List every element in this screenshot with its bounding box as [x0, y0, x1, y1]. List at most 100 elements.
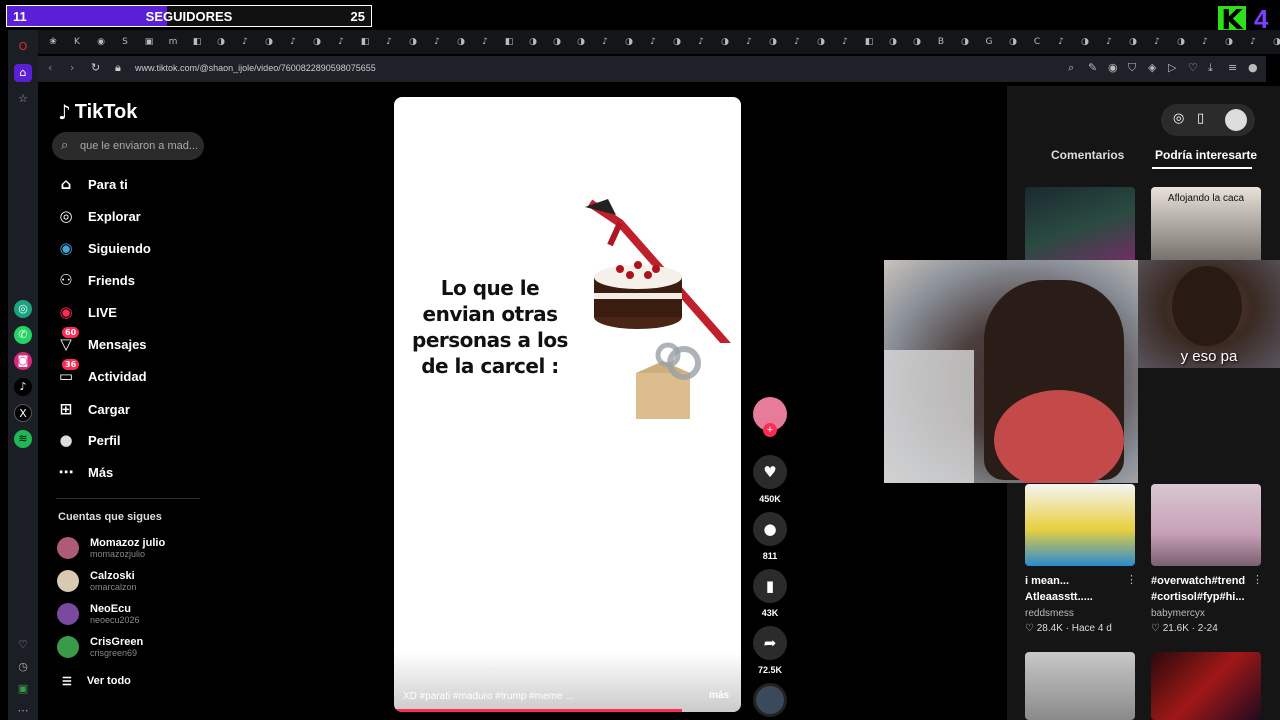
tab-comments[interactable]: Comentarios	[1051, 148, 1124, 162]
suggested-thumbnail[interactable]: Aflojando la caca	[1151, 187, 1261, 269]
card-menu-icon[interactable]: ⋮	[1252, 573, 1263, 586]
browser-tab[interactable]: ◑	[810, 34, 832, 50]
nav-item-explorar[interactable]: ◎ Explorar	[56, 203, 140, 229]
music-disc[interactable]	[752, 683, 788, 717]
browser-tab[interactable]: ◧	[498, 34, 520, 50]
video-player[interactable]: Lo que le envian otras personas a los de…	[394, 97, 741, 712]
whatsapp-icon[interactable]: ✆	[14, 326, 32, 344]
browser-tab[interactable]: ♪	[1242, 34, 1264, 50]
profile-avatar-icon[interactable]	[1225, 109, 1247, 131]
browser-tab[interactable]: ◑	[570, 34, 592, 50]
nav-item-mas[interactable]: ⋯ Más	[56, 459, 114, 485]
browser-tab[interactable]: G	[978, 34, 1000, 50]
browser-tab[interactable]: ◑	[450, 34, 472, 50]
browser-tab[interactable]: ♪	[1194, 34, 1216, 50]
nav-item-cargar[interactable]: ⊞ Cargar	[56, 396, 130, 422]
browser-tab[interactable]: ◑	[402, 34, 424, 50]
video-more-button[interactable]: más	[709, 690, 729, 701]
play-icon[interactable]: ▷	[1168, 61, 1176, 74]
browser-tab[interactable]: ◑	[618, 34, 640, 50]
zoom-icon[interactable]: ⌕	[1068, 61, 1074, 75]
browser-tab[interactable]: ◉	[90, 34, 112, 50]
x-icon[interactable]: X	[14, 404, 32, 422]
share-button[interactable]: ➦ 72.5K	[752, 626, 788, 675]
search-box[interactable]: ⌕	[52, 132, 204, 160]
browser-tab[interactable]: ♪	[234, 34, 256, 50]
nav-item-live[interactable]: ◉ LIVE	[56, 299, 116, 325]
browser-tab[interactable]: ◑	[1122, 34, 1144, 50]
browser-tab[interactable]: ♪	[642, 34, 664, 50]
shield-icon[interactable]: ⛉	[1128, 61, 1136, 75]
download-icon[interactable]: ⤓	[1208, 61, 1213, 75]
browser-tab[interactable]: ♪	[282, 34, 304, 50]
comment-button[interactable]: ● 811	[752, 512, 788, 561]
followed-account[interactable]: NeoEcu neoecu2026	[57, 603, 140, 625]
browser-tab[interactable]: K	[66, 34, 88, 50]
extension-icon[interactable]: ▣	[14, 680, 32, 698]
suggested-thumbnail[interactable]	[1025, 652, 1135, 720]
browser-tab[interactable]: ♪	[594, 34, 616, 50]
browser-tab[interactable]: ◑	[954, 34, 976, 50]
browser-tab[interactable]: ◧	[186, 34, 208, 50]
suggested-thumbnail[interactable]	[1151, 484, 1261, 566]
star-icon[interactable]: ☆	[14, 90, 32, 108]
forward-icon[interactable]: ›	[70, 61, 74, 74]
nav-item-siguiendo[interactable]: ◉ Siguiendo	[56, 235, 150, 261]
browser-tab[interactable]: ♪	[786, 34, 808, 50]
spotify-icon[interactable]: ≋	[14, 430, 32, 448]
browser-tab[interactable]: ♪	[1098, 34, 1120, 50]
heart-icon[interactable]: ♡	[14, 636, 32, 654]
browser-tab[interactable]: ♪	[834, 34, 856, 50]
browser-tab[interactable]: ♪	[378, 34, 400, 50]
browser-tab[interactable]: ♪	[426, 34, 448, 50]
browser-tab[interactable]: ♪	[330, 34, 352, 50]
browser-tab[interactable]: ◑	[1170, 34, 1192, 50]
search-input[interactable]	[80, 140, 200, 152]
video-progress-bar[interactable]	[394, 709, 682, 712]
follow-plus-icon[interactable]: +	[763, 423, 777, 437]
card-menu-icon[interactable]: ⋮	[1126, 573, 1137, 586]
like-button[interactable]: ♥ 450K	[752, 455, 788, 504]
browser-tab[interactable]: ❀	[42, 34, 64, 50]
followed-account[interactable]: CrisGreen crisgreen69	[57, 636, 143, 658]
see-all-button[interactable]: ☰ Ver todo	[62, 675, 131, 688]
browser-tab[interactable]: ◑	[906, 34, 928, 50]
nav-item-friends[interactable]: ⚇ Friends	[56, 267, 135, 293]
video-author[interactable]: shaon_ijole · 1-29	[403, 664, 504, 678]
url-field[interactable]: www.tiktok.com/@shaon_ijole/video/760082…	[135, 63, 376, 73]
instagram-icon[interactable]: ◙	[14, 352, 32, 370]
browser-tab[interactable]: ♪	[474, 34, 496, 50]
bookmark-heart-icon[interactable]: ♡	[1188, 61, 1198, 74]
browser-tab[interactable]: C	[1026, 34, 1048, 50]
browser-tab[interactable]: ◧	[354, 34, 376, 50]
followed-account[interactable]: Calzoski omarcalzon	[57, 570, 137, 592]
device-icon[interactable]: ▯	[1197, 111, 1204, 126]
chatgpt-icon[interactable]: ◎	[14, 300, 32, 318]
browser-tab[interactable]: ♪	[738, 34, 760, 50]
nav-item-para-ti[interactable]: ⌂ Para ti	[56, 171, 128, 197]
browser-tab[interactable]: ◑	[210, 34, 232, 50]
browser-tab[interactable]: ◑	[1266, 34, 1280, 50]
browser-tab[interactable]: ◑	[882, 34, 904, 50]
suggested-thumbnail[interactable]	[1025, 187, 1135, 269]
author-avatar[interactable]: +	[752, 397, 788, 437]
compass-icon[interactable]: ◎	[1173, 111, 1184, 126]
browser-tab[interactable]: ◧	[858, 34, 880, 50]
browser-tab[interactable]: ◑	[714, 34, 736, 50]
tiktok-icon[interactable]: ♪	[14, 378, 32, 396]
browser-tab[interactable]: ◑	[1002, 34, 1024, 50]
nav-item-actividad[interactable]: ▭ 36 Actividad	[56, 359, 147, 389]
suggested-thumbnail[interactable]	[1025, 484, 1135, 566]
account-icon[interactable]: ●	[1248, 61, 1258, 74]
nav-item-perfil[interactable]: ● Perfil	[56, 427, 120, 453]
card-user[interactable]: babymercyx	[1151, 608, 1205, 619]
browser-tab[interactable]: ◑	[522, 34, 544, 50]
card-title[interactable]: #overwatch#trend #cortisol#fyp#hi...	[1151, 573, 1263, 605]
save-button[interactable]: ▮ 43K	[752, 569, 788, 618]
tab-interest[interactable]: Podría interesarte	[1155, 148, 1257, 162]
browser-tab[interactable]: ♪	[1050, 34, 1072, 50]
history-icon[interactable]: ◷	[14, 658, 32, 676]
browser-tab[interactable]: ◑	[546, 34, 568, 50]
browser-tab[interactable]: B	[930, 34, 952, 50]
home-icon[interactable]: ⌂	[14, 64, 32, 82]
